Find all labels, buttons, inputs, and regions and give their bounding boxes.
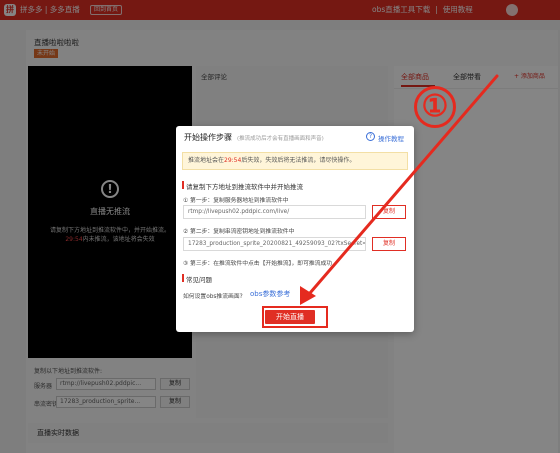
annotation-arrow-icon <box>300 74 499 305</box>
